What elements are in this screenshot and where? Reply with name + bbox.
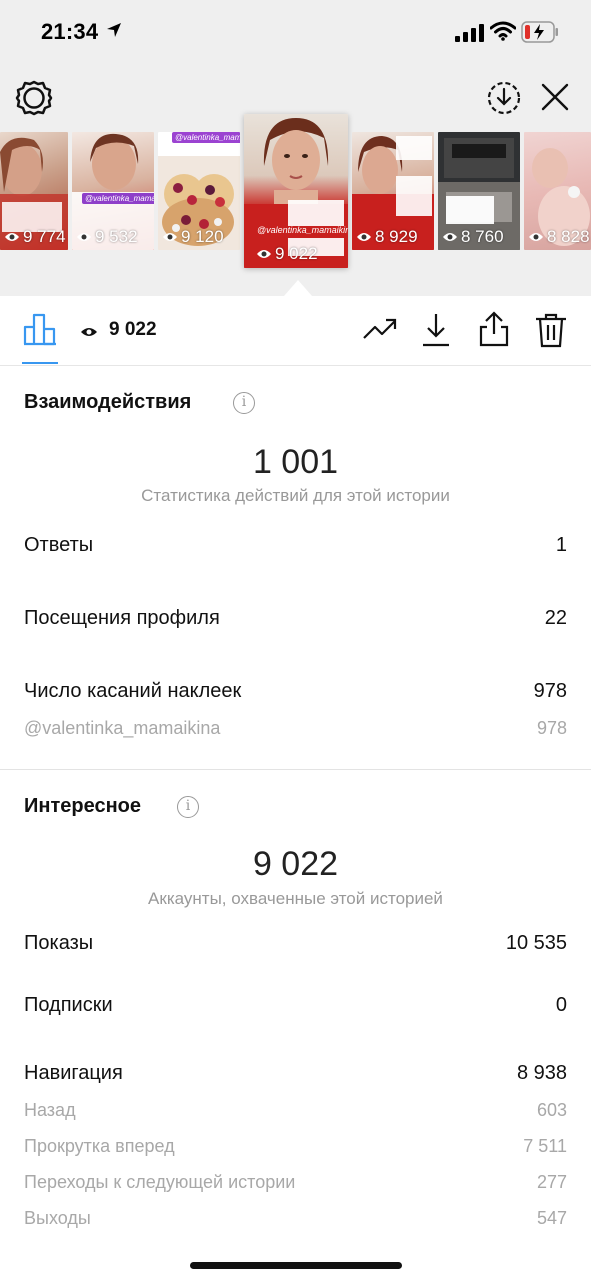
story-carousel-area: 21:34 9 774 @valentinka_mam 9 532 @valen… (0, 0, 591, 296)
insights-toolbar: 9 022 (0, 296, 591, 366)
sticker-mention-label: @valentinka_mamaikina (24, 718, 221, 738)
settings-gear-icon[interactable] (14, 78, 54, 118)
follows-label: Подписки (24, 994, 113, 1016)
sticker-taps-label: Число касаний наклеек (24, 680, 242, 702)
story-view-count: 9 120 (162, 227, 224, 247)
profile-visits-label: Посещения профиля (24, 607, 220, 629)
forward-value: 7 511 (523, 1136, 567, 1156)
share-icon[interactable] (477, 310, 511, 348)
eye-icon (163, 233, 177, 241)
sticker-taps-value: 978 (533, 680, 567, 702)
back-value: 603 (536, 1100, 567, 1120)
viewers-count[interactable]: 9 022 (109, 319, 157, 341)
discovery-title: Интересное (24, 795, 141, 817)
status-bar: 21:34 (0, 0, 591, 64)
impressions-label: Показы (24, 932, 94, 954)
delete-trash-icon[interactable] (534, 312, 568, 348)
story-view-count: 9 532 (76, 227, 138, 247)
interactions-total: 1 001 (252, 443, 339, 481)
replies-label: Ответы (24, 534, 94, 556)
promote-trend-icon[interactable] (362, 316, 398, 342)
story-view-count: 8 828 (528, 227, 590, 247)
story-thumbnail[interactable]: @valentinka_mamaikina 9 120 (158, 132, 240, 250)
eye-icon (77, 233, 91, 241)
navigation-label: Навигация (24, 1062, 123, 1084)
selected-story-pointer (284, 280, 312, 296)
forward-label: Прокрутка вперед (24, 1136, 175, 1156)
exits-label: Выходы (24, 1208, 91, 1228)
replies-value: 1 (555, 534, 567, 556)
info-icon[interactable]: i (233, 392, 255, 414)
navigation-value: 8 938 (516, 1062, 567, 1084)
exits-value: 547 (536, 1208, 567, 1228)
story-view-count: 8 760 (442, 227, 504, 247)
home-indicator[interactable] (190, 1262, 402, 1269)
section-divider (0, 769, 591, 770)
eye-icon (529, 233, 543, 241)
mention-sticker: @valentinka_mamaikina (257, 225, 348, 235)
story-thumbnail[interactable]: @valentinka_mamaikina 9 532 (72, 132, 154, 250)
eye-icon (5, 233, 19, 241)
story-view-count: 9 774 (4, 227, 66, 247)
reach-caption: Аккаунты, охваченные этой историей (148, 889, 443, 908)
interactions-title: Взаимодействия (24, 391, 192, 413)
impressions-value: 10 535 (505, 932, 567, 954)
eye-icon (257, 250, 271, 258)
download-icon[interactable] (420, 312, 452, 348)
story-thumbnail[interactable]: 8 760 (438, 132, 520, 250)
wifi-icon (490, 21, 516, 41)
story-view-count: 9 022 (256, 244, 318, 264)
location-arrow-icon (107, 23, 121, 37)
eye-icon (81, 328, 97, 336)
mention-sticker: @valentinka_mamaikina (172, 132, 240, 143)
profile-visits-value: 22 (544, 607, 567, 629)
signal-icon (455, 24, 484, 42)
story-thumbnail[interactable]: 8 828 (524, 132, 591, 250)
tab-active-underline (22, 362, 58, 364)
status-time: 21:34 (41, 19, 99, 44)
story-thumbnail[interactable]: 8 929 (352, 132, 434, 250)
next-story-label: Переходы к следующей истории (24, 1172, 296, 1192)
close-icon[interactable] (540, 82, 570, 112)
battery-icon (521, 21, 558, 43)
eye-icon (357, 233, 371, 241)
back-label: Назад (24, 1100, 76, 1120)
eye-icon (443, 233, 457, 241)
mention-sticker: @valentinka_mamaikina (82, 193, 154, 204)
info-icon[interactable]: i (177, 796, 199, 818)
insights-bar-chart-icon[interactable] (22, 311, 58, 347)
follows-value: 0 (555, 994, 567, 1016)
story-thumbnail[interactable]: 9 774 (0, 132, 68, 250)
reach-total: 9 022 (252, 845, 339, 883)
interactions-caption: Статистика действий для этой истории (141, 486, 450, 505)
save-to-archive-icon[interactable] (486, 80, 522, 116)
next-story-value: 277 (536, 1172, 567, 1192)
story-view-count: 8 929 (356, 227, 418, 247)
sticker-mention-value: 978 (536, 718, 567, 738)
story-thumbnail-selected[interactable]: @valentinka_mamaikina 9 022 (244, 114, 348, 268)
